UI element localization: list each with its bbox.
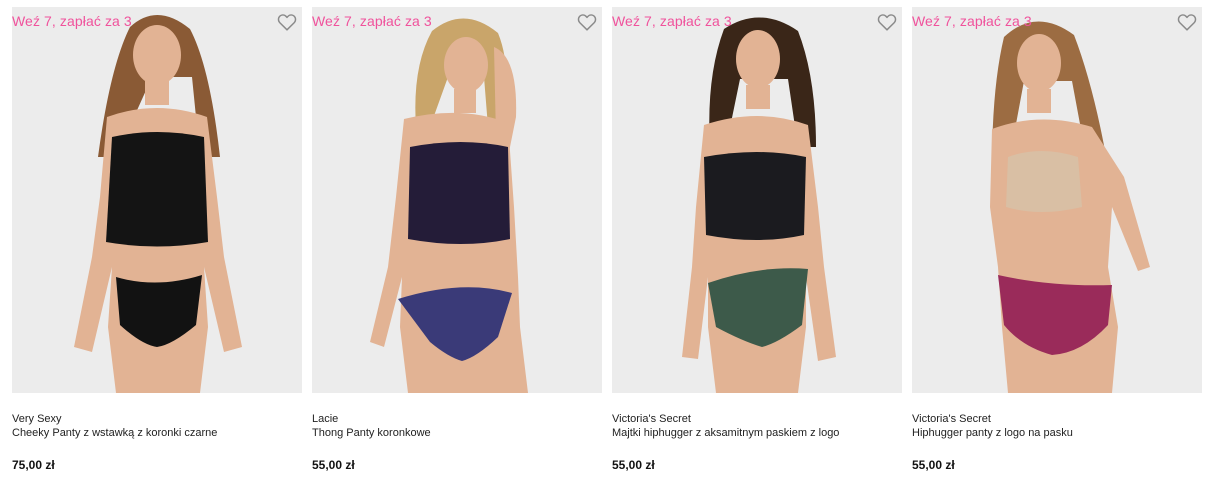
- product-price: 55,00 zł: [912, 458, 955, 472]
- product-brand[interactable]: Victoria's Secret: [912, 413, 991, 425]
- heart-outline-icon[interactable]: [576, 11, 598, 33]
- promo-label: Weź 7, zapłać za 3: [612, 13, 732, 29]
- heart-outline-icon[interactable]: [276, 11, 298, 33]
- product-name[interactable]: Thong Panty koronkowe: [312, 427, 431, 439]
- product-price: 55,00 zł: [612, 458, 655, 472]
- promo-label: Weź 7, zapłać za 3: [312, 13, 432, 29]
- model-photo: [682, 17, 836, 393]
- model-photo: [74, 14, 242, 393]
- product-name[interactable]: Majtki hiphugger z aksamitnym paskiem z …: [612, 427, 839, 439]
- model-photo: [370, 18, 528, 393]
- product-grid: Weź 7, zapłać za 3 Very Sexy Cheeky Pant…: [0, 0, 1207, 487]
- product-card[interactable]: Weź 7, zapłać za 3 Victoria's Secret Hip…: [912, 0, 1202, 487]
- heart-outline-icon[interactable]: [876, 11, 898, 33]
- product-brand[interactable]: Lacie: [312, 413, 338, 425]
- product-brand[interactable]: Victoria's Secret: [612, 413, 691, 425]
- product-image[interactable]: Weź 7, zapłać za 3: [612, 7, 902, 393]
- product-card[interactable]: Weź 7, zapłać za 3 Lacie Thong Panty kor…: [312, 0, 602, 487]
- product-name[interactable]: Hiphugger panty z logo na pasku: [912, 427, 1073, 439]
- promo-label: Weź 7, zapłać za 3: [12, 13, 132, 29]
- product-image[interactable]: Weź 7, zapłać za 3: [912, 7, 1202, 393]
- product-price: 75,00 zł: [12, 458, 55, 472]
- product-card[interactable]: Weź 7, zapłać za 3 Victoria's Secret Maj…: [612, 0, 902, 487]
- heart-outline-icon[interactable]: [1176, 11, 1198, 33]
- product-price: 55,00 zł: [312, 458, 355, 472]
- product-image[interactable]: Weź 7, zapłać za 3: [312, 7, 602, 393]
- product-brand[interactable]: Very Sexy: [12, 413, 62, 425]
- product-image[interactable]: Weź 7, zapłać za 3: [12, 7, 302, 393]
- product-name[interactable]: Cheeky Panty z wstawką z koronki czarne: [12, 427, 217, 439]
- promo-label: Weź 7, zapłać za 3: [912, 13, 1032, 29]
- product-card[interactable]: Weź 7, zapłać za 3 Very Sexy Cheeky Pant…: [12, 0, 302, 487]
- model-photo: [990, 21, 1150, 393]
